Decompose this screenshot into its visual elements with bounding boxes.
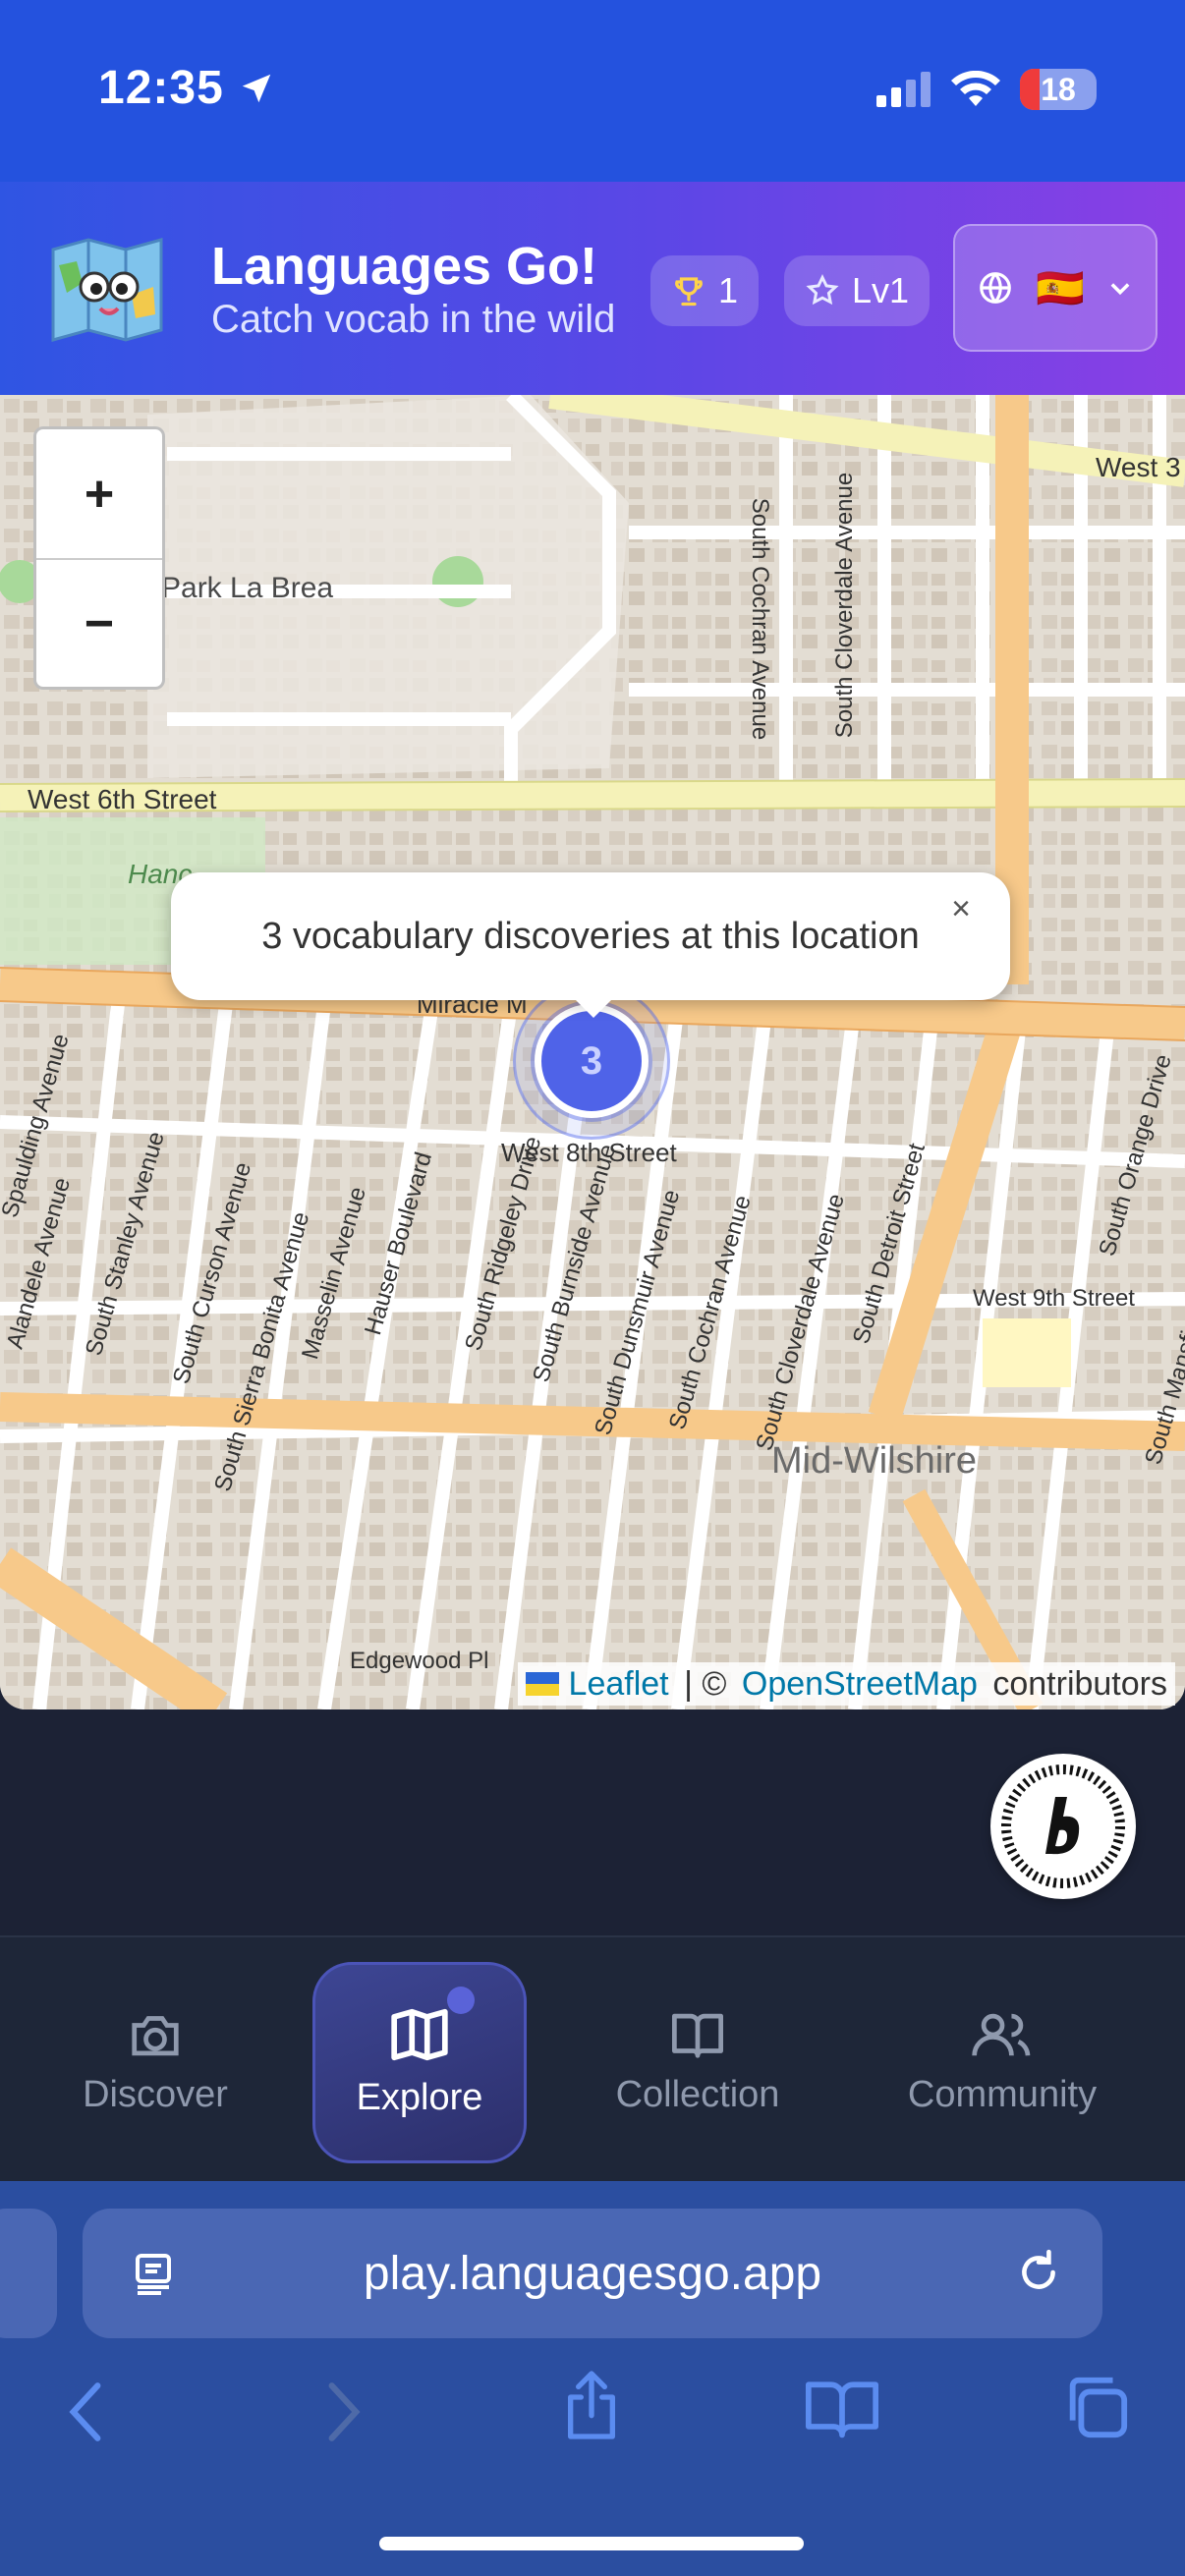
- popup-tip: [568, 992, 619, 1018]
- nav-collection[interactable]: Collection: [590, 1962, 806, 2163]
- map-label-w6: West 6th Street: [28, 784, 217, 814]
- bolt-badge[interactable]: [990, 1754, 1136, 1899]
- back-icon[interactable]: [61, 2378, 110, 2446]
- app-logo-icon: [51, 238, 163, 342]
- attribution-suffix: contributors: [983, 1664, 1167, 1703]
- app-title: Languages Go!: [211, 237, 598, 296]
- bolt-logo-icon: [1001, 1764, 1125, 1888]
- app-header: Languages Go! Catch vocab in the wild 1 …: [0, 182, 1185, 395]
- osm-link[interactable]: OpenStreetMap: [742, 1665, 978, 1704]
- level-badge[interactable]: Lv1: [784, 255, 930, 326]
- zoom-controls: + −: [33, 426, 165, 690]
- zoom-in-button[interactable]: +: [36, 429, 162, 558]
- map-label-w3: West 3: [1096, 452, 1181, 482]
- map-label-cochran: South Cochran Avenue: [747, 497, 774, 741]
- bottom-nav: Discover Explore Collection Community: [0, 1935, 1185, 2181]
- reload-icon[interactable]: [1014, 2248, 1063, 2297]
- url-text: play.languagesgo.app: [363, 2247, 822, 2300]
- spain-flag-icon: 🇪🇸: [1036, 266, 1085, 310]
- map-label-park: Park La Brea: [161, 572, 334, 604]
- notification-dot: [447, 1987, 475, 2014]
- share-icon[interactable]: [560, 2368, 623, 2442]
- reader-mode-icon[interactable]: [130, 2250, 177, 2297]
- status-bar: 12:35 18: [0, 0, 1185, 182]
- popup-text: 3 vocabulary discoveries at this locatio…: [261, 915, 920, 957]
- address-bar[interactable]: play.languagesgo.app: [83, 2209, 1102, 2338]
- star-icon: [806, 274, 839, 306]
- trophy-badge[interactable]: 1: [650, 255, 759, 326]
- attribution-separator: | ©: [674, 1664, 736, 1703]
- globe-icon: [980, 272, 1011, 304]
- cluster-marker[interactable]: 3: [535, 1004, 649, 1118]
- map-attribution: Leaflet | © OpenStreetMap contributors: [517, 1662, 1175, 1706]
- map-icon: [391, 2008, 448, 2061]
- nav-community[interactable]: Community: [889, 1962, 1115, 2163]
- chevron-down-icon: [1110, 283, 1130, 296]
- map-label-cloverdale: South Cloverdale Avenue: [831, 472, 859, 739]
- ukraine-flag-icon: [525, 1672, 559, 1696]
- camera-icon: [132, 2016, 179, 2056]
- bookmarks-icon[interactable]: [806, 2376, 878, 2438]
- map-label-edgewood: Edgewood Pl: [350, 1648, 489, 1674]
- nav-explore[interactable]: Explore: [312, 1962, 527, 2163]
- language-selector[interactable]: 🇪🇸: [953, 224, 1157, 352]
- wifi-icon: [951, 71, 1000, 106]
- trophy-icon: [675, 277, 703, 307]
- battery-indicator: 18: [1020, 69, 1097, 110]
- map-label-w9: West 9th Street: [973, 1285, 1135, 1312]
- previous-tab[interactable]: [0, 2209, 57, 2338]
- forward-icon[interactable]: [319, 2378, 368, 2446]
- location-arrow-icon: [242, 74, 271, 102]
- book-icon: [672, 2013, 723, 2058]
- app-subtitle: Catch vocab in the wild: [211, 298, 616, 341]
- leaflet-link[interactable]: Leaflet: [569, 1665, 669, 1704]
- trophy-count: 1: [717, 270, 739, 310]
- popup-close-button[interactable]: ×: [951, 890, 971, 928]
- cellular-signal-icon: [876, 72, 931, 107]
- clock: 12:35: [98, 62, 224, 114]
- nav-discover[interactable]: Discover: [57, 1962, 254, 2163]
- home-indicator: [379, 2537, 804, 2550]
- map-label-district: Mid-Wilshire: [771, 1440, 977, 1482]
- users-icon: [972, 2013, 1031, 2056]
- tabs-icon[interactable]: [1061, 2372, 1130, 2440]
- level-label: Lv1: [851, 270, 910, 310]
- location-popup: 3 vocabulary discoveries at this locatio…: [171, 872, 1010, 1000]
- zoom-out-button[interactable]: −: [36, 558, 162, 687]
